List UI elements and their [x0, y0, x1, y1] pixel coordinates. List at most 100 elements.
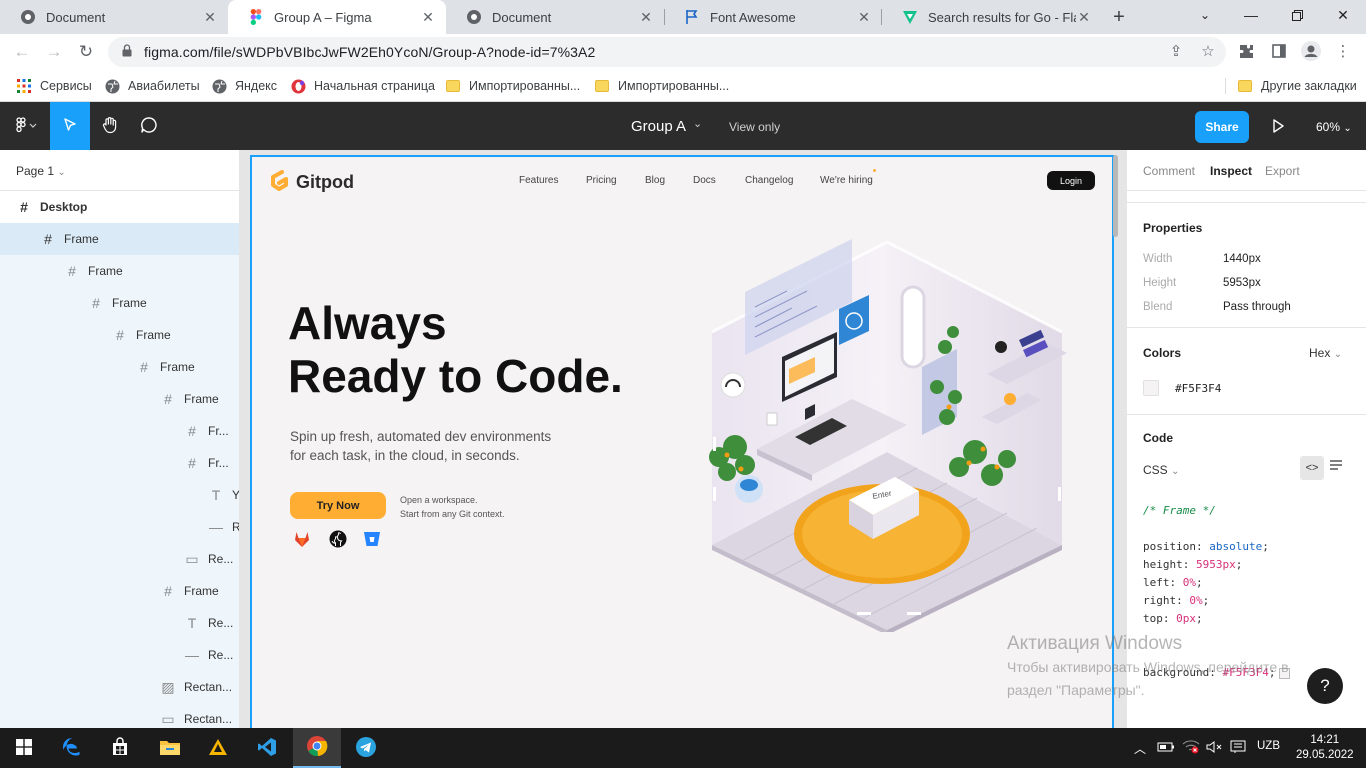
- input-language[interactable]: UZB: [1257, 740, 1280, 752]
- bookmark-item[interactable]: Сервисы: [16, 76, 92, 96]
- layer-row[interactable]: # Frame: [0, 351, 239, 383]
- share-page-icon[interactable]: ⇪: [1166, 41, 1186, 61]
- browser-tab-active[interactable]: Group A – Figma ✕: [228, 0, 446, 34]
- zoom-level-dropdown[interactable]: 60% ⌄: [1316, 120, 1352, 134]
- side-panel-icon[interactable]: [1269, 41, 1289, 61]
- code-view-icon[interactable]: <>: [1300, 456, 1324, 480]
- browser-tab[interactable]: Font Awesome ✕: [664, 0, 882, 34]
- layer-row[interactable]: # Frame: [0, 319, 239, 351]
- browser-tab[interactable]: Search results for Go - Flatic ✕: [882, 0, 1102, 34]
- start-button[interactable]: [0, 728, 48, 768]
- battery-icon[interactable]: [1157, 740, 1175, 757]
- tab-export[interactable]: Export: [1265, 164, 1300, 178]
- hand-tool-button[interactable]: [90, 102, 130, 150]
- bookmark-folder[interactable]: Импортированны...: [445, 76, 580, 96]
- share-button[interactable]: Share: [1195, 111, 1249, 143]
- bookmark-item[interactable]: Яндекс: [211, 76, 277, 96]
- page-selector[interactable]: Page 1 ⌄: [16, 164, 66, 178]
- layer-row[interactable]: ▨ Rectan...: [0, 671, 239, 703]
- store-taskbar-button[interactable]: [96, 728, 144, 768]
- layer-row[interactable]: — Re...: [0, 639, 239, 671]
- forward-button[interactable]: →: [40, 38, 68, 66]
- new-tab-button[interactable]: +: [1108, 7, 1130, 29]
- layer-row[interactable]: ▭ Re...: [0, 543, 239, 575]
- help-button[interactable]: ?: [1307, 668, 1343, 704]
- design-canvas[interactable]: Gitpod Features Pricing Blog Docs Change…: [240, 150, 1126, 728]
- chrome-taskbar-button[interactable]: [293, 728, 341, 768]
- bookmark-folder[interactable]: Импортированны...: [594, 76, 729, 96]
- layer-row[interactable]: T Re...: [0, 607, 239, 639]
- try-now-button[interactable]: Try Now: [290, 492, 386, 519]
- property-value[interactable]: 5953px: [1223, 277, 1261, 289]
- tab-inspect[interactable]: Inspect: [1210, 164, 1252, 178]
- color-swatch[interactable]: [1143, 380, 1159, 396]
- browser-tab[interactable]: Document ✕: [0, 0, 228, 34]
- color-hex-value[interactable]: #F5F3F4: [1175, 382, 1221, 395]
- layer-row[interactable]: # Fr...: [0, 447, 239, 479]
- nav-link-docs[interactable]: Docs: [693, 175, 716, 186]
- close-icon[interactable]: ✕: [420, 9, 436, 26]
- chevron-up-icon[interactable]: ︿: [1134, 740, 1146, 757]
- bookmark-item[interactable]: Начальная страница: [290, 76, 435, 96]
- network-disconnected-icon[interactable]: [1182, 740, 1200, 757]
- restore-button[interactable]: [1274, 0, 1320, 30]
- nav-link-pricing[interactable]: Pricing: [586, 175, 617, 186]
- layer-row[interactable]: # Frame: [0, 223, 239, 255]
- reload-button[interactable]: ↻: [72, 38, 100, 66]
- minimize-button[interactable]: —: [1228, 0, 1274, 30]
- css-code-block[interactable]: /* Frame */ position: absolute; height: …: [1143, 502, 1291, 682]
- close-icon[interactable]: ✕: [856, 9, 872, 26]
- other-bookmarks-folder[interactable]: Другие закладки: [1237, 76, 1357, 96]
- layer-row[interactable]: ▭ Rectan...: [0, 703, 239, 728]
- notification-keyboard-icon[interactable]: [1230, 740, 1246, 757]
- layer-row[interactable]: # Frame: [0, 575, 239, 607]
- layer-row[interactable]: # Fr...: [0, 415, 239, 447]
- edge-taskbar-button[interactable]: [48, 728, 96, 768]
- layer-row[interactable]: # Frame: [0, 287, 239, 319]
- close-icon[interactable]: ✕: [638, 9, 654, 26]
- bookmark-item[interactable]: Авиабилеты: [104, 76, 200, 96]
- document-title[interactable]: Group A: [631, 118, 686, 135]
- comment-tool-button[interactable]: [129, 102, 169, 150]
- nav-link-features[interactable]: Features: [519, 175, 558, 186]
- code-language-dropdown[interactable]: CSS ⌄: [1143, 463, 1179, 477]
- tab-search-button[interactable]: ⌄: [1182, 0, 1228, 30]
- back-button[interactable]: ←: [8, 38, 36, 66]
- bitbucket-icon[interactable]: [362, 529, 382, 549]
- layer-row[interactable]: TY: [0, 479, 239, 511]
- profile-avatar-icon[interactable]: [1301, 41, 1321, 61]
- canvas-scrollbar[interactable]: [1113, 155, 1118, 237]
- color-format-dropdown[interactable]: Hex ⌄: [1309, 346, 1342, 360]
- address-bar[interactable]: figma.com/file/sWDPbVBIbcJwFW2Eh0YcoN/Gr…: [108, 37, 1226, 67]
- chevron-down-icon[interactable]: ⌄: [693, 117, 702, 130]
- main-menu-button[interactable]: [4, 102, 48, 150]
- vscode-taskbar-button[interactable]: [243, 728, 291, 768]
- close-icon[interactable]: ✕: [1076, 9, 1092, 26]
- nav-link-blog[interactable]: Blog: [645, 175, 665, 186]
- gitlab-icon[interactable]: [292, 529, 312, 549]
- property-value[interactable]: Pass through: [1223, 301, 1291, 313]
- desktop-frame[interactable]: Gitpod Features Pricing Blog Docs Change…: [250, 155, 1114, 728]
- explorer-taskbar-button[interactable]: [146, 728, 194, 768]
- bookmark-star-icon[interactable]: ☆: [1198, 41, 1218, 61]
- layer-row[interactable]: # Frame: [0, 383, 239, 415]
- menu-kebab-icon[interactable]: ⋮: [1333, 41, 1353, 61]
- present-play-icon[interactable]: [1268, 116, 1288, 136]
- gitpod-logo[interactable]: Gitpod: [268, 169, 354, 196]
- nav-link-changelog[interactable]: Changelog: [745, 175, 793, 186]
- move-tool-button[interactable]: [50, 102, 90, 150]
- extensions-icon[interactable]: [1236, 41, 1256, 61]
- system-clock[interactable]: 14:21 29.05.2022: [1296, 733, 1354, 763]
- tab-comment[interactable]: Comment: [1143, 164, 1195, 178]
- volume-muted-icon[interactable]: [1206, 740, 1222, 757]
- nav-link-hiring[interactable]: We're hiring: [820, 175, 873, 186]
- layer-row[interactable]: — R: [0, 511, 239, 543]
- browser-tab[interactable]: Document ✕: [446, 0, 664, 34]
- close-icon[interactable]: ✕: [202, 9, 218, 26]
- list-view-icon[interactable]: [1329, 460, 1347, 476]
- close-window-button[interactable]: ✕: [1320, 0, 1366, 30]
- layer-row[interactable]: # Desktop: [0, 191, 239, 223]
- login-button[interactable]: Login: [1047, 171, 1095, 190]
- property-value[interactable]: 1440px: [1223, 253, 1261, 265]
- github-icon[interactable]: [328, 529, 348, 549]
